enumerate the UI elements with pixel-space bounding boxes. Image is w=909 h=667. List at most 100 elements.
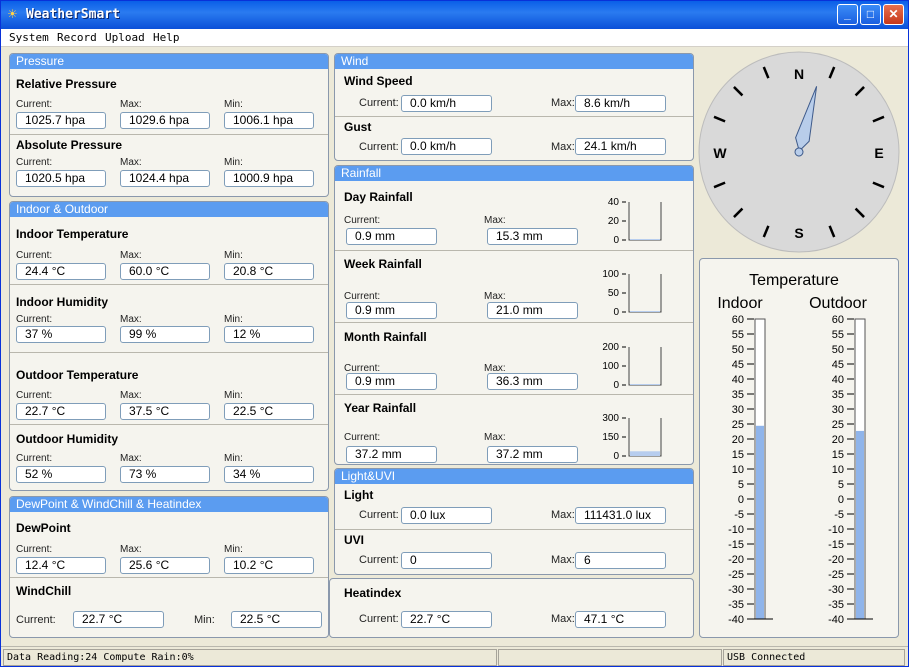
current-label: Current: <box>344 291 381 302</box>
year-rainfall-gauge: 300 150 0 <box>597 413 663 462</box>
outdoor-thermometer-tick-label: -15 <box>828 539 844 551</box>
temperature-title: Temperature <box>749 272 839 289</box>
section-title: Indoor Humidity <box>16 295 108 309</box>
current-label: Current: <box>16 157 53 168</box>
month-rainfall-gauge-svg: 200 100 0 <box>602 342 662 391</box>
dewpoint-max: 25.6 °C <box>120 557 210 574</box>
day-rainfall-gauge-svg: 40 20 0 <box>608 197 662 246</box>
outdoor-thermometer-tick-label: -25 <box>828 569 844 581</box>
status-reading: Data Reading:24 Compute Rain:0% <box>3 649 497 666</box>
year-rainfall-current: 37.2 mm <box>346 446 437 463</box>
week-rainfall-section: Week Rainfall Current: Max: 0.9 mm 21.0 … <box>335 251 693 323</box>
indoor-thermometer-tick-label: 25 <box>732 419 744 431</box>
indoor-thermometer-tick-label: -15 <box>728 539 744 551</box>
indoor-outdoor-header: Indoor & Outdoor <box>10 202 328 217</box>
outdoor-temp-max: 37.5 °C <box>120 403 210 420</box>
rain-level-bar <box>630 384 660 385</box>
month-rainfall-gauge: 200 100 0 <box>597 342 663 391</box>
current-label: Current: <box>359 141 399 153</box>
rain-tick-label: 100 <box>602 361 619 372</box>
section-title: Indoor Temperature <box>16 227 129 241</box>
menu-upload[interactable]: Upload <box>105 31 145 44</box>
dewpoint-min: 10.2 °C <box>224 557 314 574</box>
compass-west-label: W <box>713 145 727 161</box>
menu-system[interactable]: System <box>9 31 49 44</box>
gust-section: Gust Current: 0.0 km/h Max: 24.1 km/h <box>335 117 693 161</box>
windchill-min: 22.5 °C <box>231 611 322 628</box>
indoor-humidity-current: 37 % <box>16 326 106 343</box>
min-label: Min: <box>224 544 243 555</box>
outdoor-thermometer-tick-label: 10 <box>832 464 844 476</box>
outdoor-thermometer-tick-label: 50 <box>832 344 844 356</box>
month-rainfall-max: 36.3 mm <box>487 373 578 390</box>
window-title: WeatherSmart <box>26 7 120 22</box>
light-section: Light Current: 0.0 lux Max: 111431.0 lux <box>335 484 693 530</box>
rain-tick-label: 200 <box>602 343 619 353</box>
day-rainfall-section: Day Rainfall Current: Max: 0.9 mm 15.3 m… <box>335 181 693 251</box>
outdoor-thermometer-tick-label: -30 <box>828 584 844 596</box>
outdoor-temp-min: 22.5 °C <box>224 403 314 420</box>
rain-tick-label: 20 <box>608 216 620 227</box>
gust-current: 0.0 km/h <box>401 138 492 155</box>
rain-gauge-frame <box>628 202 662 241</box>
month-rainfall-section: Month Rainfall Current: Max: 0.9 mm 36.3… <box>335 323 693 395</box>
menu-record[interactable]: Record <box>57 31 97 44</box>
outdoor-thermometer-tick-label: 15 <box>832 449 844 461</box>
rain-tick-label: 0 <box>613 235 619 244</box>
week-rainfall-max: 21.0 mm <box>487 302 578 319</box>
min-label: Min: <box>224 99 243 110</box>
indoor-temp-current: 24.4 °C <box>16 263 106 280</box>
wind-speed-max: 8.6 km/h <box>575 95 666 112</box>
relative-pressure-max: 1029.6 hpa <box>120 112 210 129</box>
month-rainfall-current: 0.9 mm <box>346 373 437 390</box>
outdoor-thermometer-tick-label: 30 <box>832 404 844 416</box>
indoor-thermometer-level <box>756 425 764 619</box>
max-label: Max: <box>484 432 506 443</box>
menu-help[interactable]: Help <box>153 31 180 44</box>
week-rainfall-gauge: 100 50 0 <box>597 269 663 318</box>
max-label: Max: <box>551 554 575 566</box>
indoor-thermometer-tick-label: 45 <box>732 359 744 371</box>
rain-tick-label: 0 <box>613 307 619 316</box>
indoor-thermometer-tick-label: 55 <box>732 329 744 341</box>
wind-group: Wind Wind Speed Current: 0.0 km/h Max: 8… <box>334 53 694 161</box>
outdoor-thermometer-tick-label: 55 <box>832 329 844 341</box>
title-bar[interactable]: ☀ WeatherSmart _ □ ✕ <box>1 1 908 29</box>
compass-east-label: E <box>874 145 883 161</box>
week-rainfall-gauge-svg: 100 50 0 <box>602 269 662 318</box>
temperature-gauge-panel: Temperature Indoor Outdoor 60 55 50 45 40 35 3… <box>699 258 899 638</box>
uvi-current: 0 <box>401 552 492 569</box>
section-title: Wind Speed <box>344 74 413 88</box>
rain-level-bar <box>630 239 660 240</box>
max-label: Max: <box>551 613 575 625</box>
indoor-thermometer-tick-label: -25 <box>728 569 744 581</box>
maximize-button[interactable]: □ <box>860 4 881 25</box>
indoor-label: Indoor <box>717 295 763 312</box>
outdoor-thermometer-tick-label: 45 <box>832 359 844 371</box>
rain-gauge-frame <box>628 274 662 313</box>
status-usb: USB Connected <box>723 649 905 666</box>
current-label: Current: <box>16 614 56 626</box>
windchill-current: 22.7 °C <box>73 611 164 628</box>
wind-speed-current: 0.0 km/h <box>401 95 492 112</box>
outdoor-thermometer-tick-label: 0 <box>838 494 844 506</box>
outdoor-thermometer-tick-label: -5 <box>834 509 844 521</box>
section-title: Outdoor Temperature <box>16 368 139 382</box>
minimize-button[interactable]: _ <box>837 4 858 25</box>
section-title: Absolute Pressure <box>16 138 123 152</box>
max-label: Max: <box>120 99 142 110</box>
year-rainfall-max: 37.2 mm <box>487 446 578 463</box>
absolute-pressure-current: 1020.5 hpa <box>16 170 106 187</box>
indoor-thermometer: 605550454035302520151050-5-10-15-20-25-3… <box>728 314 773 626</box>
min-label: Min: <box>224 157 243 168</box>
absolute-pressure-max: 1024.4 hpa <box>120 170 210 187</box>
pressure-header: Pressure <box>10 54 328 69</box>
indoor-outdoor-group: Indoor & Outdoor Indoor Temperature Curr… <box>9 201 329 491</box>
current-label: Current: <box>344 215 381 226</box>
min-label: Min: <box>224 314 243 325</box>
absolute-pressure-section: Absolute Pressure Current: Max: Min: 102… <box>10 135 328 197</box>
close-button[interactable]: ✕ <box>883 4 904 25</box>
outdoor-thermometer-tick-label: 20 <box>832 434 844 446</box>
indoor-thermometer-tick-label: 20 <box>732 434 744 446</box>
rain-tick-label: 300 <box>602 414 619 424</box>
